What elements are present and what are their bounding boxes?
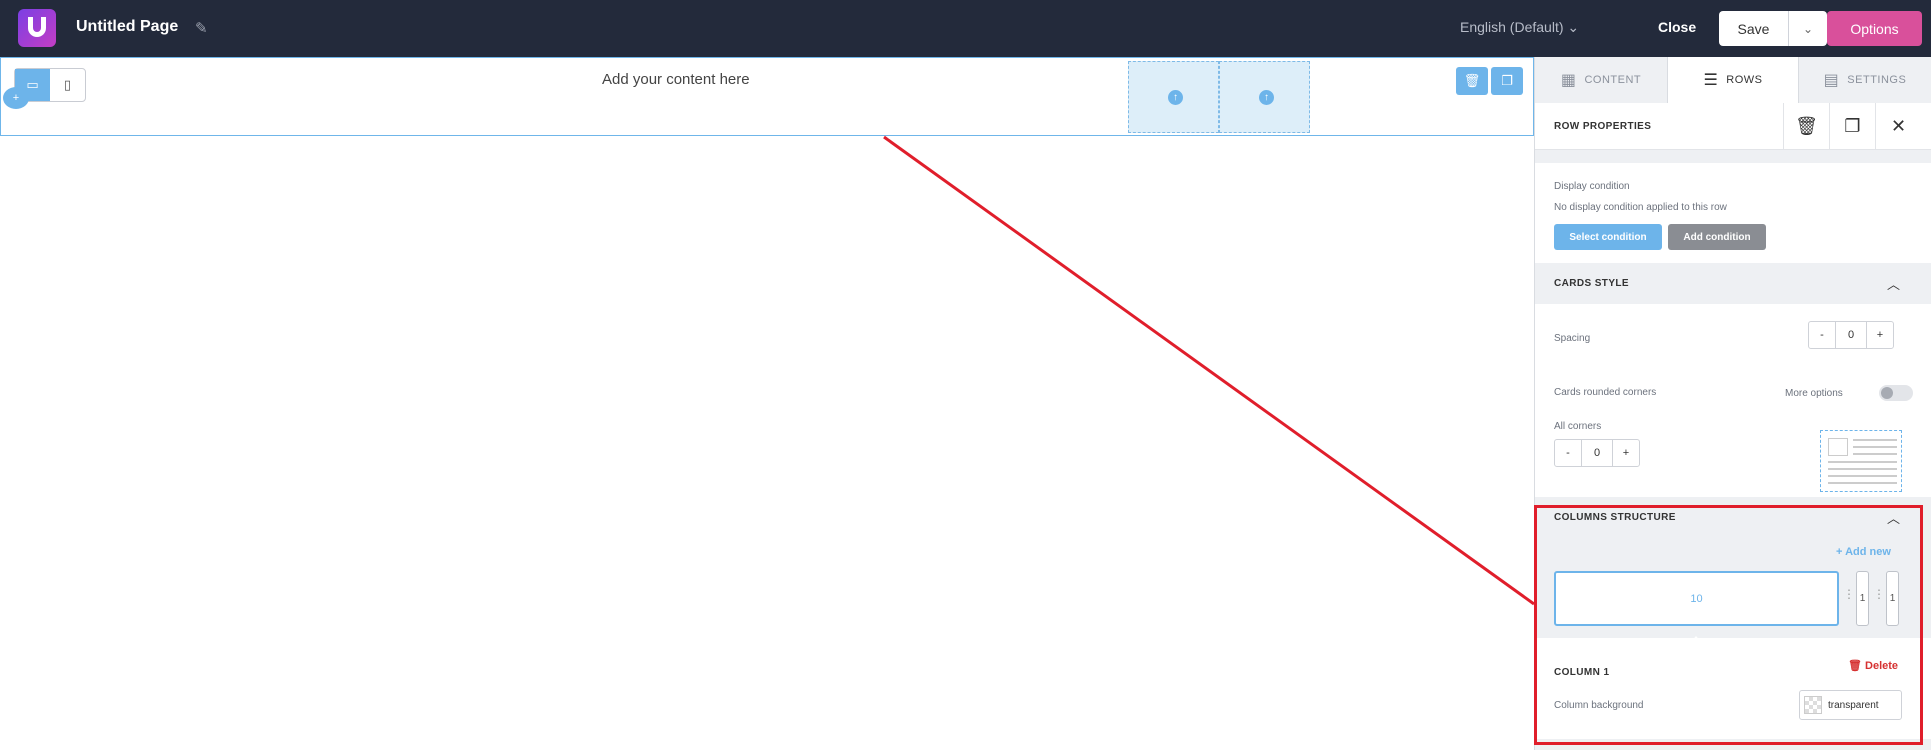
- tab-rows[interactable]: ☰ ROWS: [1667, 57, 1799, 103]
- corners-value[interactable]: 0: [1581, 440, 1613, 466]
- rounded-corners-label: Cards rounded corners: [1554, 387, 1657, 398]
- duplicate-icon[interactable]: ❐: [1829, 103, 1875, 149]
- annotation-highlight-box: [1534, 505, 1923, 745]
- upload-icon: ↑: [1259, 90, 1274, 105]
- save-group: Save ⌄: [1719, 11, 1827, 46]
- chevron-down-icon[interactable]: ⌄: [1789, 11, 1827, 46]
- tab-label: ROWS: [1726, 74, 1763, 86]
- close-button[interactable]: Close: [1658, 19, 1696, 35]
- section-title: CARDS STYLE: [1554, 278, 1629, 289]
- card-preview: [1820, 430, 1902, 492]
- options-button[interactable]: Options: [1827, 11, 1922, 46]
- rows-icon: ☰: [1703, 72, 1719, 89]
- duplicate-icon[interactable]: ❐: [1491, 67, 1523, 95]
- chevron-up-icon: ︿: [1887, 277, 1901, 292]
- select-condition-button[interactable]: Select condition: [1554, 224, 1662, 250]
- language-selector[interactable]: English (Default) ⌄: [1460, 19, 1579, 36]
- spacing-stepper: - 0 +: [1808, 321, 1894, 349]
- arrow-line: [883, 135, 1535, 606]
- settings-list-icon: ▤: [1823, 72, 1840, 89]
- divider: [1535, 150, 1931, 163]
- add-condition-button[interactable]: Add condition: [1668, 224, 1766, 250]
- close-icon[interactable]: ✕: [1875, 103, 1921, 149]
- grid-icon: ▦: [1560, 72, 1577, 89]
- minus-button[interactable]: -: [1555, 440, 1581, 466]
- app-logo[interactable]: [18, 9, 56, 47]
- add-row-icon[interactable]: +: [3, 87, 29, 109]
- plus-button[interactable]: +: [1613, 440, 1639, 466]
- top-bar: Untitled Page ✎ English (Default) ⌄ Clos…: [0, 0, 1931, 57]
- save-button[interactable]: Save: [1719, 11, 1789, 46]
- spacing-value[interactable]: 0: [1835, 322, 1867, 348]
- panel-title: ROW PROPERTIES: [1554, 121, 1652, 132]
- image-icon: [1828, 438, 1848, 456]
- mobile-icon[interactable]: ▯: [50, 69, 85, 101]
- cards-style-header[interactable]: CARDS STYLE ︿: [1535, 263, 1931, 304]
- tab-content[interactable]: ▦ CONTENT: [1535, 57, 1667, 103]
- all-corners-label: All corners: [1554, 421, 1602, 432]
- page-title: Untitled Page: [76, 18, 179, 35]
- plus-button[interactable]: +: [1867, 322, 1893, 348]
- pencil-icon[interactable]: ✎: [195, 19, 213, 37]
- tab-label: CONTENT: [1584, 74, 1642, 86]
- display-condition-label: Display condition: [1554, 181, 1630, 192]
- more-options-toggle[interactable]: [1879, 385, 1913, 401]
- column-drop-zone[interactable]: ↑: [1219, 61, 1310, 133]
- tab-label: SETTINGS: [1847, 74, 1907, 86]
- corners-stepper: - 0 +: [1554, 439, 1640, 467]
- spacing-label: Spacing: [1554, 333, 1591, 344]
- row-actions: 🗑 ❐: [1456, 67, 1523, 95]
- panel-tabs: ▦ CONTENT ☰ ROWS ▤ SETTINGS: [1535, 57, 1931, 103]
- minus-button[interactable]: -: [1809, 322, 1835, 348]
- tab-settings[interactable]: ▤ SETTINGS: [1799, 57, 1931, 103]
- trash-icon[interactable]: 🗑: [1456, 67, 1488, 95]
- panel-header: ROW PROPERTIES 🗑 ❐ ✕: [1535, 103, 1931, 150]
- canvas-placeholder: Add your content here: [602, 71, 750, 88]
- column-drop-zone[interactable]: ↑: [1128, 61, 1219, 133]
- upload-icon: ↑: [1168, 90, 1183, 105]
- display-condition-status: No display condition applied to this row: [1554, 202, 1727, 213]
- more-options-label: More options: [1785, 388, 1843, 399]
- trash-icon[interactable]: 🗑: [1783, 103, 1829, 149]
